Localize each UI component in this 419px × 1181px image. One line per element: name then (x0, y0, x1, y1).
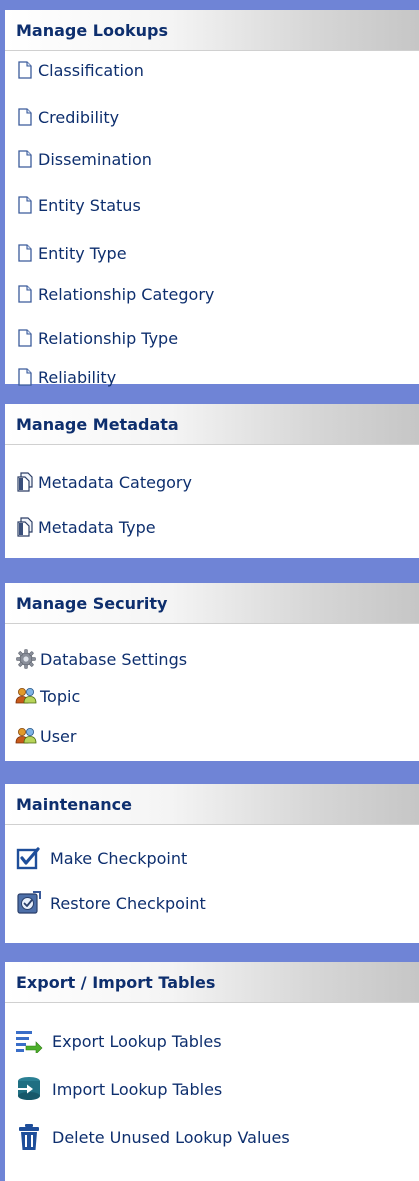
nav-item-label: User (40, 726, 77, 746)
nav-item-relationship-type[interactable]: Relationship Type (15, 328, 178, 348)
section-title: Manage Lookups (16, 20, 168, 40)
section-title: Maintenance (16, 794, 133, 814)
section-header-manage-lookups: Manage Lookups (5, 10, 419, 51)
nav-item-label: Database Settings (40, 649, 188, 669)
document-icon (15, 367, 35, 387)
nav-item-label: Reliability (38, 367, 117, 387)
document-icon (15, 328, 35, 348)
nav-item-label: Make Checkpoint (50, 848, 188, 868)
users-icon (15, 726, 37, 746)
nav-item-dissemination[interactable]: Dissemination (15, 149, 152, 169)
gear-icon (15, 648, 37, 670)
nav-item-label: Relationship Type (38, 328, 179, 348)
restore-checkpoint-icon (15, 890, 41, 916)
trash-icon (15, 1123, 43, 1151)
import-icon (15, 1076, 43, 1102)
nav-item-make-checkpoint[interactable]: Make Checkpoint (15, 845, 187, 871)
nav-item-export-lookup-tables[interactable]: Export Lookup Tables (15, 1029, 222, 1053)
document-icon (15, 284, 35, 304)
nav-item-reliability[interactable]: Reliability (15, 367, 116, 387)
nav-item-label: Relationship Category (38, 284, 215, 304)
nav-item-classification[interactable]: Classification (15, 60, 144, 80)
nav-item-entity-status[interactable]: Entity Status (15, 195, 141, 215)
nav-item-user[interactable]: User (15, 726, 76, 746)
section-title: Export / Import Tables (16, 972, 216, 992)
section-header-manage-metadata: Manage Metadata (5, 404, 419, 445)
nav-item-label: Entity Status (38, 195, 141, 215)
nav-item-label: Metadata Category (38, 472, 192, 492)
nav-item-label: Entity Type (38, 243, 127, 263)
document-icon (15, 107, 35, 127)
checkbox-icon (15, 845, 41, 871)
nav-item-topic[interactable]: Topic (15, 686, 80, 706)
nav-item-label: Import Lookup Tables (52, 1079, 223, 1099)
nav-item-metadata-category[interactable]: Metadata Category (15, 472, 192, 492)
document-icon (15, 149, 35, 169)
panel-manage-lookups: Manage Lookups Classification Credibilit… (5, 10, 419, 387)
panel-manage-security: Manage Security Database Settings Topic … (5, 583, 419, 761)
panel-manage-metadata: Manage Metadata Metadata Category Metada… (5, 404, 419, 558)
nav-item-label: Credibility (38, 107, 120, 127)
document-icon (15, 195, 35, 215)
nav-item-database-settings[interactable]: Database Settings (15, 648, 187, 670)
document-icon (15, 60, 35, 80)
nav-item-delete-unused-lookup-values[interactable]: Delete Unused Lookup Values (15, 1123, 290, 1151)
nav-item-restore-checkpoint[interactable]: Restore Checkpoint (15, 890, 206, 916)
nav-item-label: Export Lookup Tables (52, 1031, 222, 1051)
nav-item-label: Metadata Type (38, 517, 156, 537)
nav-item-metadata-type[interactable]: Metadata Type (15, 517, 156, 537)
users-icon (15, 686, 37, 706)
document-icon (15, 243, 35, 263)
nav-item-label: Dissemination (38, 149, 152, 169)
nav-item-import-lookup-tables[interactable]: Import Lookup Tables (15, 1076, 222, 1102)
section-title: Manage Metadata (16, 414, 179, 434)
section-header-manage-security: Manage Security (5, 583, 419, 624)
nav-item-label: Delete Unused Lookup Values (52, 1127, 290, 1147)
documents-icon (15, 517, 35, 537)
section-header-export-import: Export / Import Tables (5, 962, 419, 1003)
nav-item-label: Topic (40, 686, 81, 706)
panel-maintenance: Maintenance Make Checkpoint Restore Chec… (5, 784, 419, 943)
nav-item-relationship-category[interactable]: Relationship Category (15, 284, 214, 304)
nav-item-label: Classification (38, 60, 144, 80)
nav-item-credibility[interactable]: Credibility (15, 107, 119, 127)
nav-item-entity-type[interactable]: Entity Type (15, 243, 127, 263)
nav-item-label: Restore Checkpoint (50, 893, 206, 913)
section-header-maintenance: Maintenance (5, 784, 419, 825)
export-icon (15, 1029, 43, 1053)
documents-icon (15, 472, 35, 492)
section-title: Manage Security (16, 593, 168, 613)
panel-export-import-tables: Export / Import Tables Export Lookup Tab… (5, 962, 419, 1181)
